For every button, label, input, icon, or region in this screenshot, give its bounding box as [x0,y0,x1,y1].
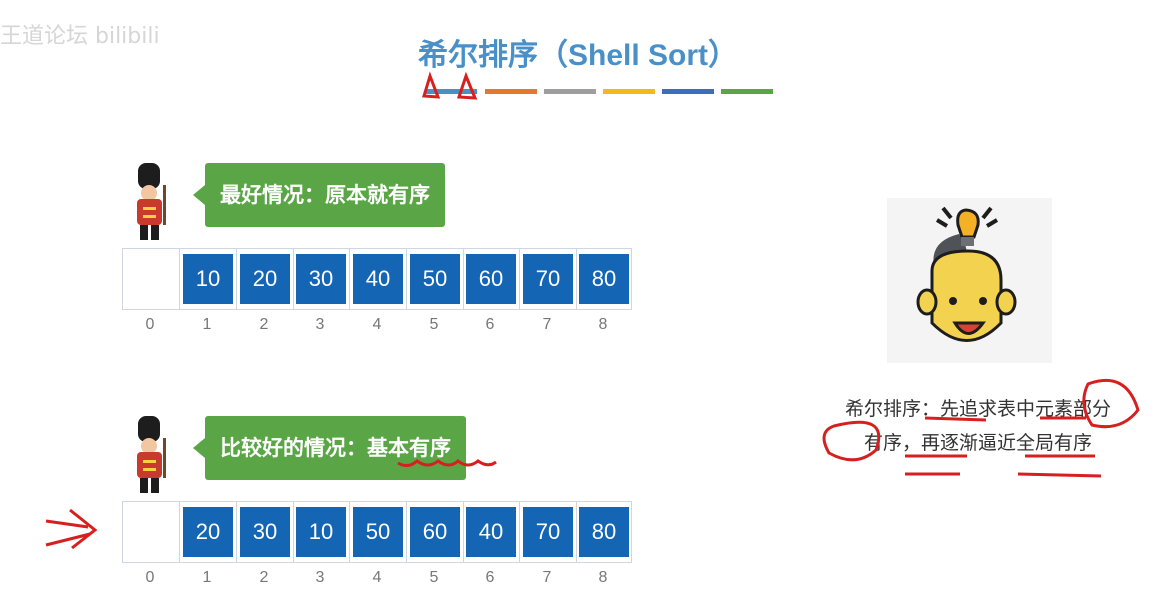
cell-divider [293,502,294,562]
array-good-case: 20 30 10 50 60 40 70 80 [122,501,632,563]
array-index: 0 [145,316,155,333]
color-bar-segment-orange [485,89,537,94]
array-best-case: 10 20 30 40 50 60 70 80 [122,248,632,310]
array-cell: 60 [466,254,516,304]
cell-divider [349,249,350,309]
array-index: 2 [259,569,269,586]
array-cell: 20 [183,507,233,557]
array-index: 7 [542,569,552,586]
cell-divider [463,502,464,562]
array-cell: 20 [240,254,290,304]
array-index: 7 [542,316,552,333]
page-title: 希尔排序（Shell Sort） [418,39,739,72]
array-index: 4 [372,569,382,586]
color-bar-segment-gray [544,89,596,94]
array-cell: 80 [579,254,629,304]
cell-divider [236,502,237,562]
array-cell: 30 [240,507,290,557]
array-cell [126,254,176,304]
cell-divider [406,249,407,309]
color-bar-segment-darkblue [662,89,714,94]
cell-divider [576,502,577,562]
array-index: 1 [202,316,212,333]
array-cell: 80 [579,507,629,557]
array-index: 0 [145,569,155,586]
cell-divider [293,249,294,309]
cell-divider [179,502,180,562]
array-index: 5 [429,569,439,586]
side-note-line2: 有序，再逐渐逼近全局有序 [863,432,1092,454]
guard-icon [137,416,166,493]
array-cell: 50 [410,254,460,304]
color-bar-segment-blue [425,89,477,94]
array-index: 5 [429,316,439,333]
cell-divider [463,249,464,309]
array-cell: 60 [410,507,460,557]
array-index: 4 [372,316,382,333]
cell-divider [576,249,577,309]
array-cell: 70 [523,507,573,557]
array-cell: 40 [353,254,403,304]
callout-good-case: 比较好的情况：基本有序 [193,416,466,480]
array-cell: 40 [466,507,516,557]
color-bar-segment-green [721,89,773,94]
idea-head-icon [887,198,1052,363]
callout-best-case: 最好情况：原本就有序 [193,163,445,227]
guard-icon [137,163,166,240]
side-note-line1: 希尔排序：先追求表中元素部分 [844,398,1111,420]
cell-divider [519,249,520,309]
array-index: 3 [315,316,325,333]
cell-divider [236,249,237,309]
side-note: 希尔排序：先追求表中元素部分 有序，再逐渐逼近全局有序 [808,392,1148,460]
watermark: 王道论坛 bilibili [0,24,160,49]
array-cell: 70 [523,254,573,304]
array-index: 8 [598,316,608,333]
array-index: 6 [485,569,495,586]
array-index: 2 [259,316,269,333]
array-cell [126,507,176,557]
array-index: 6 [485,316,495,333]
array-cell: 50 [353,507,403,557]
array-index: 8 [598,569,608,586]
array-index: 1 [202,569,212,586]
cell-divider [519,502,520,562]
cell-divider [406,502,407,562]
color-bar-segment-yellow [603,89,655,94]
array-cell: 30 [296,254,346,304]
cell-divider [349,502,350,562]
array-index: 3 [315,569,325,586]
array-cell: 10 [296,507,346,557]
array-cell: 10 [183,254,233,304]
cell-divider [179,249,180,309]
